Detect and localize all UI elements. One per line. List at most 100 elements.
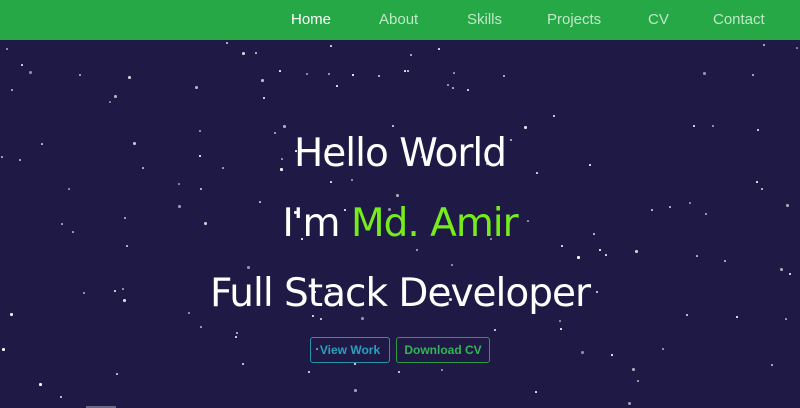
star [361,317,364,320]
star [599,249,601,251]
hero-name: Md. Amir [350,201,519,246]
download-cv-button[interactable]: Download CV [396,337,490,363]
nav-item-contact[interactable]: Contact [713,10,765,30]
star [756,181,758,183]
star [467,89,469,91]
star [404,70,406,72]
nav-item-skills[interactable]: Skills [467,10,502,30]
star [771,364,773,366]
star [392,125,394,127]
star [503,75,505,77]
star [761,188,763,190]
view-work-button[interactable]: View Work [310,337,390,363]
star [637,380,639,382]
star [494,329,496,331]
star [577,256,580,259]
star [410,54,412,56]
star [693,125,695,127]
star [396,194,399,197]
star [703,72,706,75]
star [736,316,738,318]
star [336,85,338,87]
star [236,332,238,334]
star [263,97,265,99]
star [632,368,635,371]
star [398,371,400,373]
star [247,266,250,269]
star [452,87,454,89]
star [116,373,118,375]
star [109,101,111,103]
hero-role: Full Stack Developer [209,271,591,316]
star [581,351,584,354]
star [200,188,202,190]
star [68,188,70,190]
star [560,328,562,330]
hero-intro: I'm Md. Amir [0,201,800,246]
star [407,70,409,72]
star [308,371,310,373]
star [60,396,62,398]
star [438,48,440,50]
star [200,326,202,328]
star [352,74,354,76]
star [553,115,555,117]
star [226,42,228,44]
star [635,250,638,253]
nav-item-home[interactable]: Home [291,10,331,30]
star [11,89,13,91]
star [330,181,332,183]
star [330,45,332,47]
star [354,389,357,392]
star [2,348,5,351]
star [662,348,664,350]
star [328,73,330,75]
star [306,73,308,75]
star [351,179,353,181]
star [6,48,8,50]
star [195,86,198,89]
star [21,64,23,66]
star [785,318,787,320]
star [279,70,281,72]
star [559,320,561,322]
star [114,95,117,98]
star [416,249,418,251]
nav-item-about[interactable]: About [379,10,418,30]
star [453,72,455,74]
star [378,75,380,77]
star [320,318,322,320]
star [724,260,726,262]
nav-item-projects[interactable]: Projects [547,10,601,30]
star [605,254,607,256]
hero-greeting: Hello World [293,131,507,176]
star [235,336,237,338]
star [255,52,257,54]
star [283,125,286,128]
star [354,363,356,365]
star [611,354,613,356]
star [451,264,453,266]
star [712,125,714,127]
star [763,44,765,46]
star [242,363,244,365]
nav-item-cv[interactable]: CV [648,10,669,30]
star [128,76,131,79]
top-navbar: Home About Skills Projects CV Contact [0,0,800,40]
star [261,79,264,82]
star [79,74,81,76]
page: Home About Skills Projects CV Contact He… [0,0,800,408]
star [796,47,798,49]
star [535,391,537,393]
star [696,255,698,257]
star [178,183,180,185]
star [752,74,754,76]
star [524,126,527,129]
star [628,402,631,405]
star [29,71,32,74]
star [441,369,443,371]
star [447,84,449,86]
star [39,383,42,386]
star [242,52,245,55]
hero-intro-prefix: I'm [282,201,351,246]
